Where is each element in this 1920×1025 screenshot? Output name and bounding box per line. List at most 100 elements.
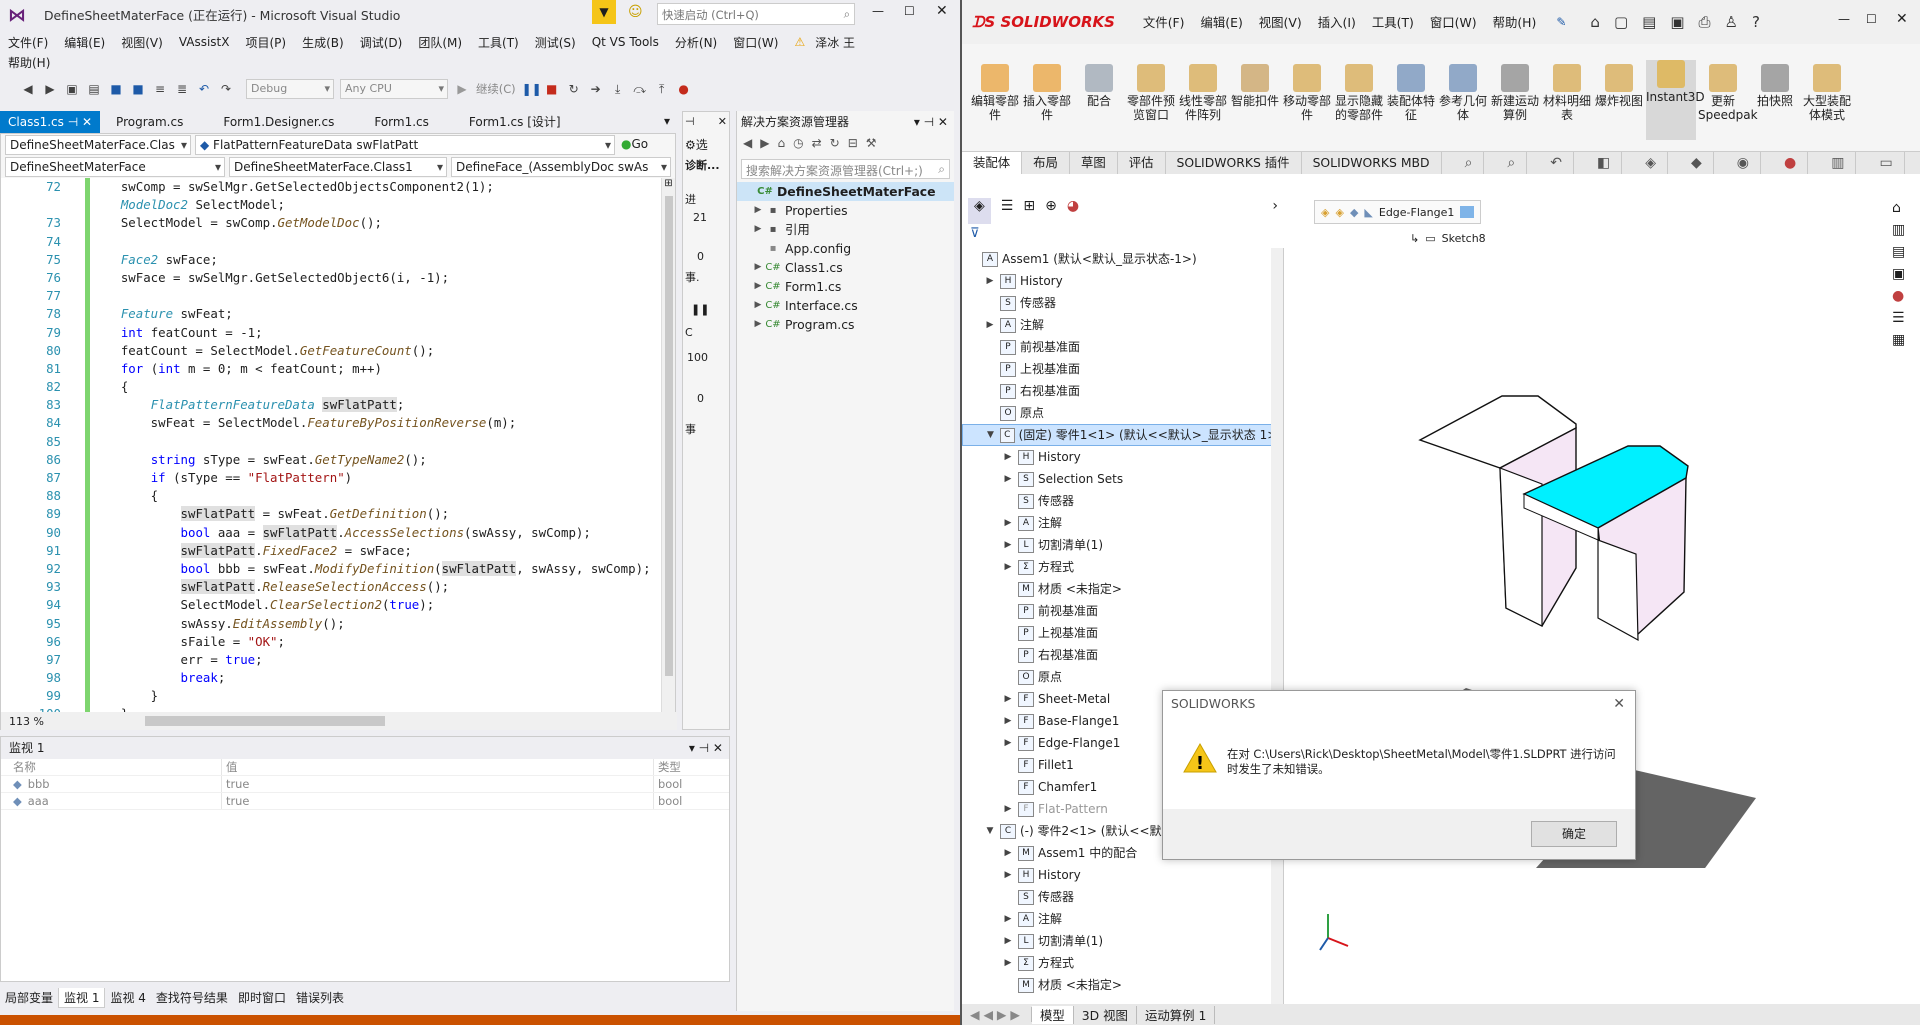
expand-arrow-icon[interactable]: ▶ bbox=[1002, 446, 1014, 468]
undo-icon[interactable]: ↶ bbox=[196, 81, 212, 97]
code-line[interactable]: 97 err = true; bbox=[1, 650, 661, 670]
split-icon[interactable]: ⊞ bbox=[662, 178, 675, 189]
code-line[interactable]: 93 swFlatPatt.ReleaseSelectionAccess(); bbox=[1, 578, 661, 597]
code-line[interactable]: 74 bbox=[1, 232, 661, 251]
expand-arrow-icon[interactable]: ▶ bbox=[751, 315, 765, 334]
code-line[interactable]: 85 bbox=[1, 432, 661, 452]
appearances-icon[interactable]: ● bbox=[1892, 288, 1916, 304]
view-settings-icon[interactable]: ▭ bbox=[1868, 152, 1905, 174]
expand-arrow-icon[interactable]: ▶ bbox=[1002, 864, 1014, 886]
sw-minimize-button[interactable]: — bbox=[1838, 12, 1850, 26]
code-line[interactable]: 82 { bbox=[1, 378, 661, 397]
code-line[interactable]: 83 FlatPatternFeatureData swFlatPatt; bbox=[1, 396, 661, 415]
configuration-manager-tab-icon[interactable]: ⊞ bbox=[1023, 198, 1035, 224]
command-button[interactable]: 材料明细表 bbox=[1542, 64, 1592, 122]
tab-motion-study[interactable]: 运动算例 1 bbox=[1137, 1005, 1216, 1024]
command-button[interactable]: 零部件预览窗口 bbox=[1126, 64, 1176, 122]
solution-explorer-search[interactable]: 搜索解决方案资源管理器(Ctrl+;) ⌕ bbox=[741, 159, 950, 179]
filter-icon[interactable]: ⊽ bbox=[970, 226, 980, 241]
feature-tree-item[interactable]: ▶ L 切割清单(1) bbox=[962, 930, 1283, 952]
feature-manager-tab-icon[interactable]: ◈ bbox=[968, 198, 991, 224]
code-line[interactable]: 87 if (sType == "FlatPattern") bbox=[1, 469, 661, 488]
appearance-icon[interactable]: ● bbox=[1773, 152, 1809, 174]
tab-model[interactable]: 模型 bbox=[1032, 1005, 1074, 1024]
watch-value[interactable]: true bbox=[221, 776, 653, 792]
minimize-button[interactable]: — bbox=[872, 4, 884, 18]
zoom-to-fit-icon[interactable]: ⌕ bbox=[1454, 152, 1485, 174]
expand-arrow-icon[interactable]: ▶ bbox=[751, 201, 765, 220]
new-icon[interactable]: ▢ bbox=[1614, 13, 1628, 31]
section-view-icon[interactable]: ◧ bbox=[1586, 152, 1623, 174]
solution-item[interactable]: ▶ C# Class1.cs bbox=[737, 258, 954, 277]
platform-combo[interactable]: Any CPU bbox=[340, 79, 448, 99]
collapse-all-icon[interactable]: ⊟ bbox=[848, 136, 858, 154]
feature-tree-item[interactable]: ▶ A 注解 bbox=[962, 908, 1283, 930]
member-nav-combo[interactable]: ◆ FlatPatternFeatureData swFlatPatt bbox=[195, 135, 615, 155]
show-next-statement-icon[interactable]: ➔ bbox=[588, 81, 604, 97]
col-name[interactable]: 名称 bbox=[1, 759, 221, 775]
tab-assembly[interactable]: 装配体 bbox=[962, 152, 1023, 174]
feature-tree-item[interactable]: ▶ H History bbox=[962, 864, 1283, 886]
editor-vertical-scrollbar[interactable]: ⊞ bbox=[661, 178, 675, 712]
code-line[interactable]: 78 Feature swFeat; bbox=[1, 305, 661, 324]
col-value[interactable]: 值 bbox=[221, 759, 653, 775]
user-icon[interactable]: ♙ bbox=[1725, 13, 1738, 31]
refresh-icon[interactable]: ↻ bbox=[830, 136, 840, 154]
watch-row[interactable]: ◆ aaa true bool bbox=[1, 793, 729, 810]
continue-button[interactable]: 继续(C) bbox=[476, 81, 516, 97]
close-icon[interactable]: ✕ bbox=[718, 115, 727, 131]
command-button[interactable]: 装配体特征 bbox=[1386, 64, 1436, 122]
expand-arrow-icon[interactable]: ▶ bbox=[1002, 534, 1014, 556]
tab-form1-cs[interactable]: Form1.cs bbox=[366, 111, 437, 133]
feature-tree-item[interactable]: S 传感器 bbox=[962, 490, 1283, 512]
nav-arrows[interactable]: ◀ ◀ ▶ ▶ bbox=[962, 1007, 1032, 1022]
step-over-icon[interactable]: ⤼ bbox=[632, 81, 648, 97]
uncomment-icon[interactable]: ≣ bbox=[174, 81, 190, 97]
custom-properties-icon[interactable]: ☰ bbox=[1892, 310, 1916, 326]
pin-icon[interactable]: ⊣ bbox=[68, 115, 78, 129]
comment-icon[interactable]: ≡ bbox=[152, 81, 168, 97]
tab-sketch[interactable]: 草图 bbox=[1070, 152, 1118, 174]
expand-arrow-icon[interactable]: ▶ bbox=[751, 258, 765, 277]
code-line[interactable]: 80 featCount = SelectModel.GetFeatureCou… bbox=[1, 341, 661, 361]
continue-icon[interactable]: ▶ bbox=[454, 81, 470, 97]
project-nav-combo[interactable]: DefineSheetMaterFace bbox=[5, 157, 225, 177]
home-icon[interactable]: ⌂ bbox=[777, 136, 785, 154]
solution-item[interactable]: ▪ App.config bbox=[737, 239, 954, 258]
step-into-icon[interactable]: ⤓ bbox=[610, 81, 626, 97]
tab-watch-4[interactable]: 监视 4 bbox=[105, 988, 150, 1008]
tab-sw-addins[interactable]: SOLIDWORKS 插件 bbox=[1166, 152, 1302, 174]
feature-tree-item[interactable]: ▶ A 注解 bbox=[962, 314, 1283, 336]
feature-tree-item[interactable]: ▶ Σ 方程式 bbox=[962, 556, 1283, 578]
dimxpert-tab-icon[interactable]: ⊕ bbox=[1045, 198, 1057, 224]
pin-icon[interactable]: ⊣ bbox=[685, 115, 695, 131]
hide-show-icon[interactable]: ◉ bbox=[1726, 152, 1761, 174]
breakpoint-icon[interactable]: ● bbox=[676, 81, 692, 97]
feature-tree-item[interactable]: P 右视基准面 bbox=[962, 380, 1283, 402]
print-icon[interactable]: ⎙ bbox=[1699, 13, 1711, 31]
feature-tree-item[interactable]: ▶ Σ 方程式 bbox=[962, 952, 1283, 974]
type-nav-combo[interactable]: DefineSheetMaterFace.Clas bbox=[5, 135, 191, 155]
watch-row[interactable]: ◆ bbb true bool bbox=[1, 776, 729, 793]
menu-view[interactable]: 视图(V) bbox=[121, 34, 163, 51]
expand-arrow-icon[interactable]: ▼ bbox=[985, 424, 996, 446]
expand-arrow-icon[interactable]: ▶ bbox=[1002, 952, 1014, 974]
command-button[interactable]: 大型装配体模式 bbox=[1802, 64, 1852, 122]
code-line[interactable]: 77 bbox=[1, 287, 661, 306]
sw-resources-icon[interactable]: ⌂ bbox=[1892, 200, 1916, 216]
open-file-icon[interactable]: ▤ bbox=[86, 81, 102, 97]
view-palette-icon[interactable]: ▣ bbox=[1892, 266, 1916, 282]
property-manager-tab-icon[interactable]: ☰ bbox=[1001, 198, 1014, 224]
notification-filter-icon[interactable]: ▼ bbox=[592, 0, 616, 24]
pause-icon[interactable]: ❚❚ bbox=[522, 81, 542, 97]
tab-form1-design[interactable]: Form1.cs [设计] bbox=[461, 111, 569, 133]
menu-analyze[interactable]: 分析(N) bbox=[675, 34, 717, 51]
code-line[interactable]: 88 { bbox=[1, 487, 661, 506]
close-icon[interactable]: ▾ ⊣ ✕ bbox=[914, 111, 948, 133]
feature-tree-item[interactable]: M 材质 <未指定> bbox=[962, 974, 1283, 996]
feature-tree-item[interactable]: ▶ H History bbox=[962, 446, 1283, 468]
code-line[interactable]: 79 int featCount = -1; bbox=[1, 323, 661, 342]
menu-project[interactable]: 项目(P) bbox=[245, 34, 286, 51]
command-button[interactable]: 智能扣件 bbox=[1230, 64, 1280, 108]
user-name[interactable]: 泽冰 王 bbox=[815, 34, 855, 51]
